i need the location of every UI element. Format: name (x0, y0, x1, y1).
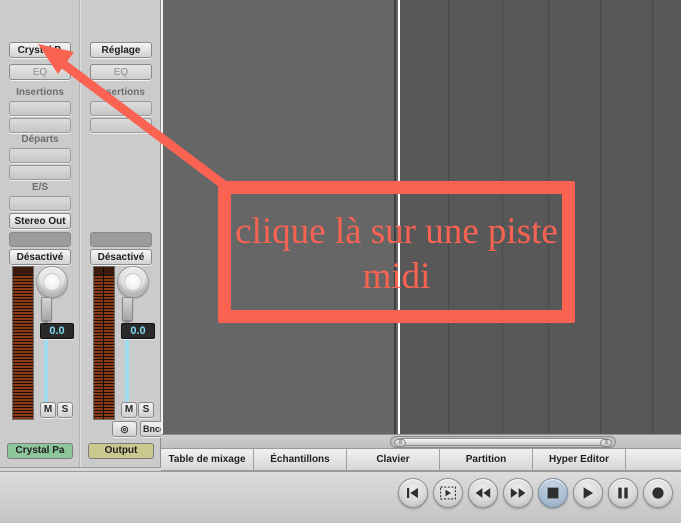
send-slot-1[interactable] (9, 148, 71, 163)
mixer-panel: Crystal P. EQ Insertions Départs E/S Ste… (0, 0, 168, 467)
tab-table-de-mixage[interactable]: Table de mixage (161, 449, 254, 470)
meter-bars (13, 276, 33, 419)
inserts-label: Insertions (97, 87, 145, 98)
stop-icon (547, 487, 559, 499)
volume-fader-handle[interactable] (122, 297, 133, 321)
rewind-icon (475, 488, 491, 498)
pause-icon (618, 487, 628, 499)
send-slot-2[interactable] (9, 165, 71, 180)
level-meter (12, 266, 34, 420)
editor-gridline (600, 0, 601, 434)
horizontal-scrollbar-row[interactable]: ⦀ ⦀ (161, 434, 681, 449)
meter-peak-segment (94, 267, 114, 276)
skip-back-icon (407, 488, 418, 498)
output-button[interactable]: Stereo Out (9, 213, 71, 229)
rewind-button[interactable] (468, 478, 498, 508)
fast-forward-icon (510, 488, 526, 498)
insert-slot-2[interactable] (9, 118, 71, 133)
forward-button[interactable] (503, 478, 533, 508)
volume-fader-fill (125, 332, 129, 410)
play-dashed-icon (440, 486, 456, 500)
insert-slot-1[interactable] (90, 101, 152, 116)
mute-button[interactable]: M (121, 402, 137, 418)
track-name-button[interactable]: Output (88, 443, 154, 459)
logic-pro-window: Crystal P. EQ Insertions Départs E/S Ste… (0, 0, 681, 523)
automation-mode-button[interactable]: Désactivé (90, 249, 152, 265)
pause-button[interactable] (608, 478, 638, 508)
io-label: E/S (31, 182, 49, 193)
stereo-link-button[interactable]: ◎ (112, 421, 137, 437)
pan-knob[interactable] (117, 266, 149, 298)
tab-hyper-editor[interactable]: Hyper Editor (533, 449, 626, 470)
input-slot[interactable] (9, 196, 71, 211)
tab-echantillons[interactable]: Échantillons (254, 449, 347, 470)
sends-label: Départs (21, 134, 59, 145)
go-to-beginning-button[interactable] (398, 478, 428, 508)
output-channel-strip[interactable]: Réglage EQ Insertions Désactivé 0.0 M S … (81, 0, 168, 467)
transport-controls[interactable] (398, 478, 673, 508)
solo-button[interactable]: S (138, 402, 154, 418)
tab-bar-filler (626, 449, 681, 470)
record-icon (652, 487, 664, 499)
meter-bars (94, 276, 114, 419)
tab-partition[interactable]: Partition (440, 449, 533, 470)
mute-button[interactable]: M (40, 402, 56, 418)
setting-button[interactable]: Crystal P. (9, 42, 71, 58)
volume-value-display[interactable]: 0.0 (121, 323, 155, 339)
setting-button[interactable]: Réglage (90, 42, 152, 58)
crystal-channel-strip[interactable]: Crystal P. EQ Insertions Départs E/S Ste… (0, 0, 80, 467)
play-icon (583, 487, 593, 499)
solo-button[interactable]: S (57, 402, 73, 418)
stop-button[interactable] (538, 478, 568, 508)
eq-button[interactable]: EQ (9, 64, 71, 80)
volume-fader-fill (44, 330, 48, 410)
track-name-button[interactable]: Crystal Pa (7, 443, 73, 459)
record-button[interactable] (643, 478, 673, 508)
editor-gridline (652, 0, 653, 434)
pan-knob[interactable] (36, 266, 68, 298)
group-slot[interactable] (90, 232, 152, 247)
eq-button[interactable]: EQ (90, 64, 152, 80)
scrollbar-left-grip[interactable]: ⦀ (394, 439, 406, 447)
level-meter (93, 266, 115, 420)
tab-clavier[interactable]: Clavier (347, 449, 440, 470)
automation-mode-button[interactable]: Désactivé (9, 249, 71, 265)
scrollbar-track[interactable]: ⦀ ⦀ (390, 436, 616, 448)
inserts-label: Insertions (16, 87, 64, 98)
insert-slot-2[interactable] (90, 118, 152, 133)
meter-channel-split (103, 267, 104, 419)
editor-tab-bar[interactable]: Table de mixage Échantillons Clavier Par… (161, 448, 681, 471)
play-button[interactable] (573, 478, 603, 508)
insert-slot-1[interactable] (9, 101, 71, 116)
volume-value-display[interactable]: 0.0 (40, 323, 74, 339)
cycle-play-button[interactable] (433, 478, 463, 508)
meter-peak-segment (13, 267, 33, 276)
group-slot[interactable] (9, 232, 71, 247)
scrollbar-right-grip[interactable]: ⦀ (600, 439, 612, 447)
scrollbar-thumb[interactable] (399, 438, 607, 446)
volume-fader-handle[interactable] (41, 297, 52, 321)
annotation-highlight-box (218, 181, 575, 323)
